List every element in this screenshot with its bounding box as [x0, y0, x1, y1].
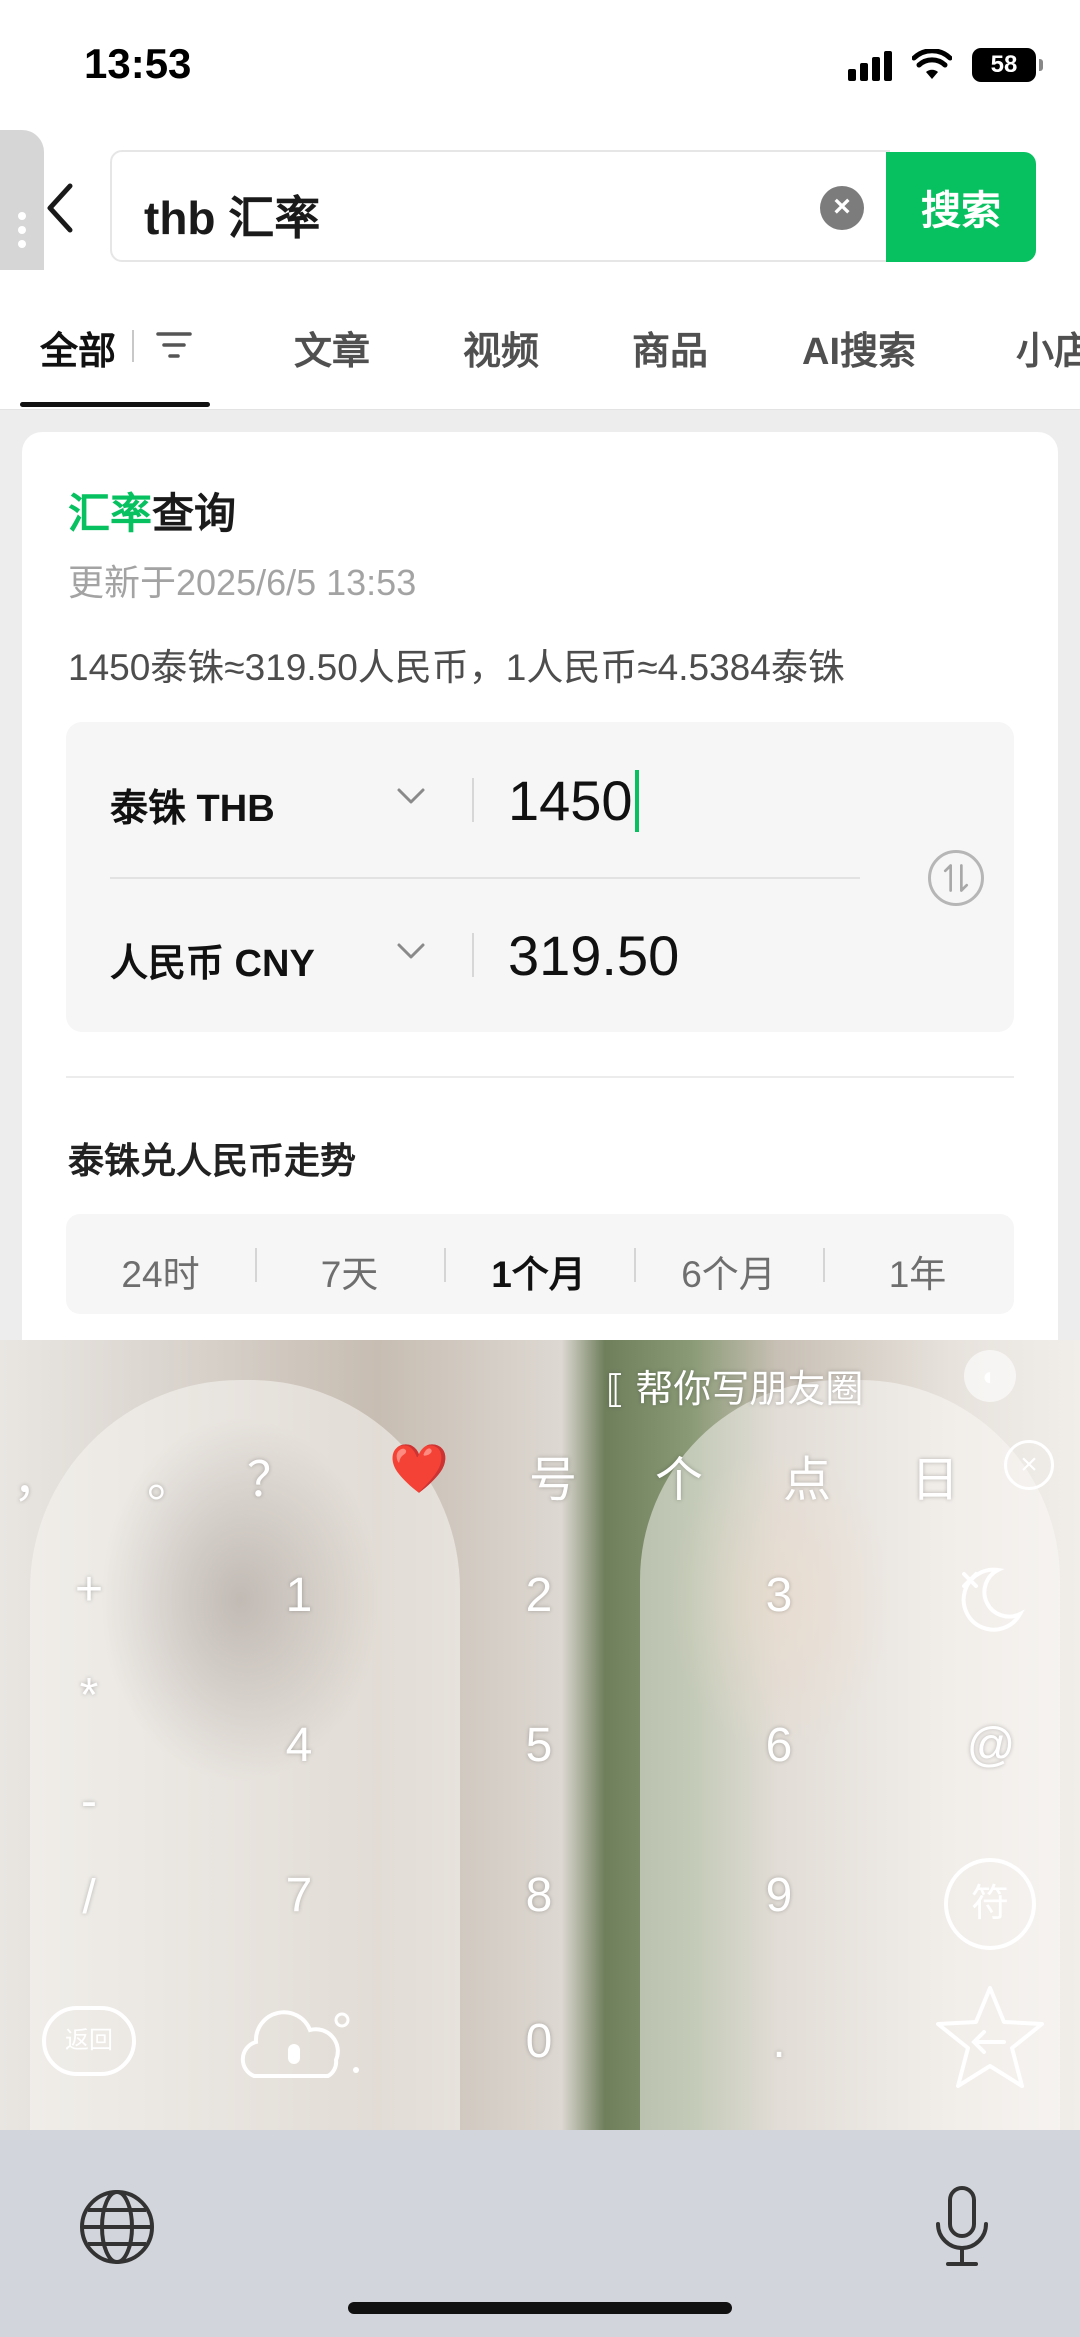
period-1m[interactable]: 1个月 [444, 1244, 633, 1298]
key-at[interactable]: @ [946, 1718, 1036, 1773]
card-title: 汇率查询 [68, 480, 236, 541]
to-amount-input[interactable]: 319.50 [508, 923, 679, 988]
numeric-keyboard: ⟦ 帮你写朋友圈 ◐ ， 。 ？ ❤️ 号 个 点 日 × + * - / 1 … [0, 1340, 1080, 2130]
night-mode-icon[interactable] [950, 1560, 1030, 1640]
suggestion-period[interactable]: 。 [126, 1440, 216, 1510]
status-time: 13:53 [84, 40, 192, 87]
updated-time: 更新于2025/6/5 13:53 [68, 562, 417, 603]
tab-separator [132, 330, 134, 362]
status-bar: 13:53 58 [0, 0, 1080, 140]
swap-currency-icon[interactable] [928, 850, 984, 906]
key-6[interactable]: 6 [734, 1718, 824, 1773]
microphone-icon[interactable] [930, 2184, 994, 2270]
home-indicator [348, 2302, 732, 2314]
key-0[interactable]: 0 [494, 2014, 584, 2069]
currency-converter: 泰铢 THB 1450 人民币 CNY 319.50 [66, 722, 1014, 1032]
tab-shops[interactable]: 小店 [1016, 320, 1080, 375]
ai-avatar-icon[interactable]: ◐ [964, 1350, 1016, 1402]
from-currency-select[interactable]: 泰铢 THB [110, 777, 275, 832]
suggestion-ge[interactable]: 个 [634, 1440, 724, 1510]
key-9[interactable]: 9 [734, 1868, 824, 1923]
to-currency-row: 人民币 CNY 319.50 [66, 877, 866, 1032]
period-1y[interactable]: 1年 [823, 1244, 1012, 1298]
key-7[interactable]: 7 [254, 1868, 344, 1923]
suggestion-hao[interactable]: 号 [508, 1440, 598, 1510]
key-asterisk[interactable]: * [44, 1668, 134, 1723]
key-2[interactable]: 2 [494, 1568, 584, 1623]
trend-title: 泰铢兑人民币走势 [68, 1140, 357, 1181]
key-plus[interactable]: + [44, 1562, 134, 1617]
globe-icon[interactable] [78, 2188, 156, 2266]
close-suggestions-icon[interactable]: × [1004, 1440, 1054, 1490]
field-separator [472, 778, 474, 822]
search-button[interactable]: 搜索 [886, 152, 1036, 262]
period-selector: 24时 7天 1个月 6个月 1年 [66, 1214, 1014, 1314]
wifi-icon [912, 49, 952, 79]
symbols-key-label: 符 [970, 1883, 1009, 1925]
filter-icon[interactable] [156, 330, 192, 360]
enter-star-icon[interactable] [932, 1982, 1048, 2092]
from-amount-value: 1450 [508, 769, 633, 832]
back-key-label: 返回 [65, 2027, 113, 2054]
key-5[interactable]: 5 [494, 1718, 584, 1773]
period-24h[interactable]: 24时 [66, 1244, 255, 1298]
card-title-highlight: 汇率 [68, 490, 153, 537]
period-7d[interactable]: 7天 [255, 1244, 444, 1298]
exchange-rate-card: 汇率查询 更新于2025/6/5 13:53 1450泰铢≈319.50人民币，… [22, 432, 1058, 1392]
tab-ai-search[interactable]: AI搜索 [802, 320, 916, 375]
search-input[interactable]: thb 汇率 × [110, 150, 890, 262]
tab-all[interactable]: 全部 [40, 320, 116, 375]
voice-cloud-icon[interactable] [232, 2000, 368, 2086]
tab-articles[interactable]: 文章 [294, 320, 370, 375]
category-tabs: 全部 文章 视频 商品 AI搜索 小店 [0, 270, 1080, 410]
card-title-rest: 查询 [152, 490, 237, 537]
key-slash[interactable]: / [44, 1870, 134, 1925]
chevron-down-icon[interactable] [396, 941, 426, 961]
back-arrow-icon[interactable] [40, 180, 80, 236]
search-header: thb 汇率 × 搜索 [0, 140, 1080, 270]
key-minus[interactable]: - [44, 1774, 134, 1829]
key-3[interactable]: 3 [734, 1568, 824, 1623]
active-tab-indicator [20, 402, 210, 407]
ai-assist-button[interactable]: ⟦ 帮你写朋友圈 [606, 1358, 863, 1413]
from-currency-row: 泰铢 THB 1450 [66, 722, 866, 877]
section-divider [66, 1076, 1014, 1078]
battery-icon: 58 [972, 48, 1043, 82]
cellular-signal-icon [848, 49, 892, 81]
key-1[interactable]: 1 [254, 1568, 344, 1623]
period-6m[interactable]: 6个月 [634, 1244, 823, 1298]
tab-products[interactable]: 商品 [632, 320, 708, 375]
suggestion-question[interactable]: ？ [226, 1440, 316, 1510]
text-cursor [634, 770, 639, 832]
suggestion-dian[interactable]: 点 [762, 1440, 852, 1510]
ai-assist-label: 帮你写朋友圈 [635, 1369, 864, 1411]
key-4[interactable]: 4 [254, 1718, 344, 1773]
from-amount-input[interactable]: 1450 [508, 768, 639, 833]
suggestion-ri[interactable]: 日 [890, 1440, 980, 1510]
suggestion-heart[interactable]: ❤️ [374, 1440, 464, 1497]
tab-videos[interactable]: 视频 [463, 320, 539, 375]
search-query: thb 汇率 [144, 192, 321, 244]
chevron-down-icon[interactable] [396, 786, 426, 806]
status-icons: 58 [848, 48, 1043, 82]
suggestion-comma[interactable]: ， [0, 1440, 82, 1510]
symbols-key[interactable]: 符 [944, 1858, 1036, 1950]
to-currency-select[interactable]: 人民币 CNY [110, 932, 315, 987]
rate-summary: 1450泰铢≈319.50人民币，1人民币≈4.5384泰铢 [68, 647, 845, 688]
back-key[interactable]: 返回 [42, 2006, 136, 2076]
clear-icon[interactable]: × [820, 186, 864, 230]
key-dot[interactable]: . [734, 2014, 824, 2069]
field-separator [472, 933, 474, 977]
key-8[interactable]: 8 [494, 1868, 584, 1923]
system-keyboard-bar [0, 2130, 1080, 2337]
